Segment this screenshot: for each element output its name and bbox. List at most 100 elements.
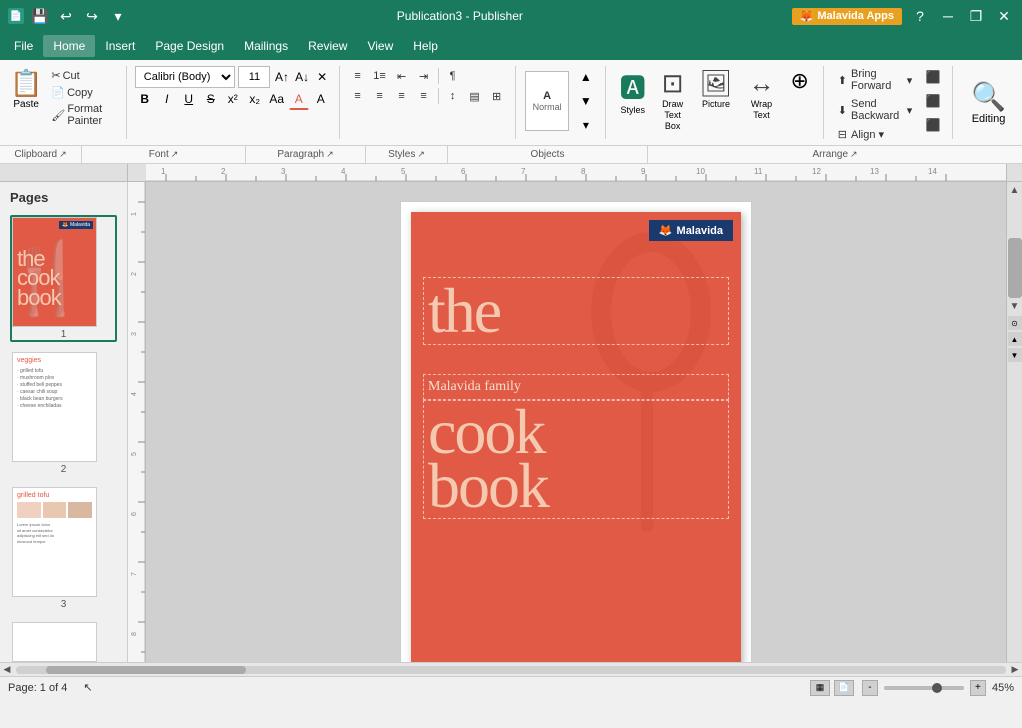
scrollbar-vertical[interactable]: ▲ ▼ ⊙ ▲ ▼ (1006, 182, 1022, 662)
text-box-cookbook[interactable]: cookbook (423, 400, 729, 519)
subscript-button[interactable]: x₂ (245, 88, 265, 110)
menu-view[interactable]: View (357, 35, 403, 57)
prev-page-button[interactable]: ▲ (1008, 332, 1022, 346)
align-center-button[interactable]: ≡ (370, 86, 390, 106)
editing-button[interactable]: 🔍 Editing (963, 76, 1014, 129)
bold-button[interactable]: B (135, 88, 155, 110)
svg-text:6: 6 (461, 167, 466, 176)
page-thumb-4-inner (12, 622, 97, 662)
borders-button[interactable]: ⊞ (487, 86, 507, 106)
zoom-out-button[interactable]: - (862, 680, 878, 696)
arrange-more3[interactable]: ⬛ (922, 114, 944, 136)
draw-text-box-button[interactable]: ⊡ DrawText Box (656, 66, 690, 133)
page-view-button[interactable]: 📄 (834, 680, 854, 696)
strikethrough-button[interactable]: S (201, 88, 221, 110)
copy-button[interactable]: 📄Copy (48, 85, 118, 100)
align-left-button[interactable]: ≡ (348, 86, 368, 106)
restore-button[interactable]: ❐ (966, 6, 986, 26)
scroll-h-thumb[interactable] (46, 666, 246, 674)
italic-button[interactable]: I (157, 88, 177, 110)
styles-up-button[interactable]: ▲ (575, 66, 597, 88)
justify-button[interactable]: ≡ (414, 86, 434, 106)
underline-button[interactable]: U (179, 88, 199, 110)
page-thumb-4[interactable] (10, 620, 117, 662)
align-button[interactable]: ⊟ Align ▾ (832, 126, 919, 143)
numbering-button[interactable]: 1≡ (370, 66, 390, 86)
menu-mailings[interactable]: Mailings (234, 35, 298, 57)
arrange-expander[interactable]: ↗ (850, 149, 858, 160)
zoom-slider[interactable] (884, 686, 964, 690)
quickaccess-dropdown-button[interactable]: ▾ (108, 6, 128, 26)
font-color-button[interactable]: A (289, 88, 309, 110)
menu-page-design[interactable]: Page Design (145, 35, 234, 57)
send-backward-button[interactable]: ⬇ Send Backward ▾ (832, 96, 919, 124)
superscript-button[interactable]: x² (223, 88, 243, 110)
help-button[interactable]: ? (910, 6, 930, 26)
ruler-corner3 (1006, 164, 1022, 182)
font-shrink-button[interactable]: A↓ (294, 66, 311, 88)
wrap-text-button[interactable]: ↔ WrapText (743, 66, 781, 123)
picture-button[interactable]: 🖼 Picture (694, 66, 739, 111)
align-right-button[interactable]: ≡ (392, 86, 412, 106)
increase-indent-button[interactable]: ⇥ (414, 66, 434, 86)
format-painter-button[interactable]: 🖌Format Painter (48, 102, 118, 128)
paragraph-expander[interactable]: ↗ (326, 149, 334, 160)
menu-help[interactable]: Help (403, 35, 448, 57)
document-page[interactable]: 🦊 Malavida the Malavida family (411, 212, 741, 662)
paste-button[interactable]: 📋 Paste (6, 66, 46, 112)
styles-more-button[interactable]: ▾ (575, 114, 597, 136)
font-family-select[interactable]: Calibri (Body) (135, 66, 236, 88)
bullets-button[interactable]: ≡ (348, 66, 368, 86)
close-button[interactable]: ✕ (994, 6, 1014, 26)
scroll-right-button[interactable]: ▶ (1008, 663, 1022, 677)
paragraph-label: Paragraph ↗ (246, 146, 366, 163)
scroll-select-button[interactable]: ⊙ (1008, 316, 1022, 330)
shading-button[interactable]: ▤ (465, 86, 485, 106)
text-subtitle: Malavida family (428, 379, 724, 395)
save-quickaccess-button[interactable]: 💾 (30, 6, 50, 26)
styles-expander[interactable]: ↗ (417, 149, 425, 160)
decrease-indent-button[interactable]: ⇤ (392, 66, 412, 86)
zoom-thumb[interactable] (932, 683, 942, 693)
clipboard-expander[interactable]: ↗ (59, 149, 67, 160)
normal-view-button[interactable]: ▦ (810, 680, 830, 696)
window-title: Publication3 - Publisher (397, 9, 523, 23)
font-size-input[interactable] (238, 66, 270, 88)
page-thumb-2[interactable]: veggies · grilled tofu · mushroom plov ·… (10, 350, 117, 477)
styles-selector[interactable]: A Normal (525, 71, 569, 131)
clear-format-button[interactable]: ✕ (314, 66, 331, 88)
text-box-the[interactable]: the (423, 277, 729, 345)
scrollbar-horizontal[interactable]: ◀ ▶ (0, 662, 1022, 676)
next-page-button[interactable]: ▼ (1008, 348, 1022, 362)
scroll-track[interactable] (1007, 238, 1022, 298)
zoom-in-button[interactable]: + (970, 680, 986, 696)
arrange-more2[interactable]: ⬛ (922, 90, 944, 112)
cut-button[interactable]: ✂Cut (48, 68, 118, 83)
scroll-thumb[interactable] (1008, 238, 1022, 298)
change-case-button[interactable]: Aa (267, 88, 287, 110)
scroll-left-button[interactable]: ◀ (0, 663, 14, 677)
canvas-area[interactable]: 🦊 Malavida the Malavida family (146, 182, 1006, 662)
styles-large-button[interactable]: 🅰 Styles (614, 66, 652, 117)
menu-home[interactable]: Home (43, 35, 95, 57)
scroll-down-button[interactable]: ▼ (1007, 298, 1022, 314)
undo-button[interactable]: ↩ (56, 6, 76, 26)
highlight-button[interactable]: A (311, 88, 331, 110)
show-formatting-button[interactable]: ¶ (443, 66, 463, 86)
bring-forward-button[interactable]: ⬆ Bring Forward ▾ (832, 66, 919, 94)
page-thumb-3[interactable]: grilled tofu Lorem ipsum dolorsit amet c… (10, 485, 117, 612)
scroll-h-track[interactable] (16, 666, 1006, 674)
styles-down-button[interactable]: ▼ (575, 90, 597, 112)
redo-button[interactable]: ↪ (82, 6, 102, 26)
more-objects-button[interactable]: ⊕ (785, 66, 815, 96)
minimize-button[interactable]: ─ (938, 6, 958, 26)
menu-review[interactable]: Review (298, 35, 357, 57)
arrange-more1[interactable]: ⬛ (922, 66, 944, 88)
menu-file[interactable]: File (4, 35, 43, 57)
scroll-up-button[interactable]: ▲ (1007, 182, 1022, 198)
menu-insert[interactable]: Insert (95, 35, 145, 57)
line-spacing-button[interactable]: ↕ (443, 86, 463, 106)
font-expander[interactable]: ↗ (171, 149, 179, 160)
font-grow-button[interactable]: A↑ (273, 66, 290, 88)
page-thumb-1[interactable]: 🦊 Malavida 🍴 the cookbook 1 (10, 215, 117, 342)
